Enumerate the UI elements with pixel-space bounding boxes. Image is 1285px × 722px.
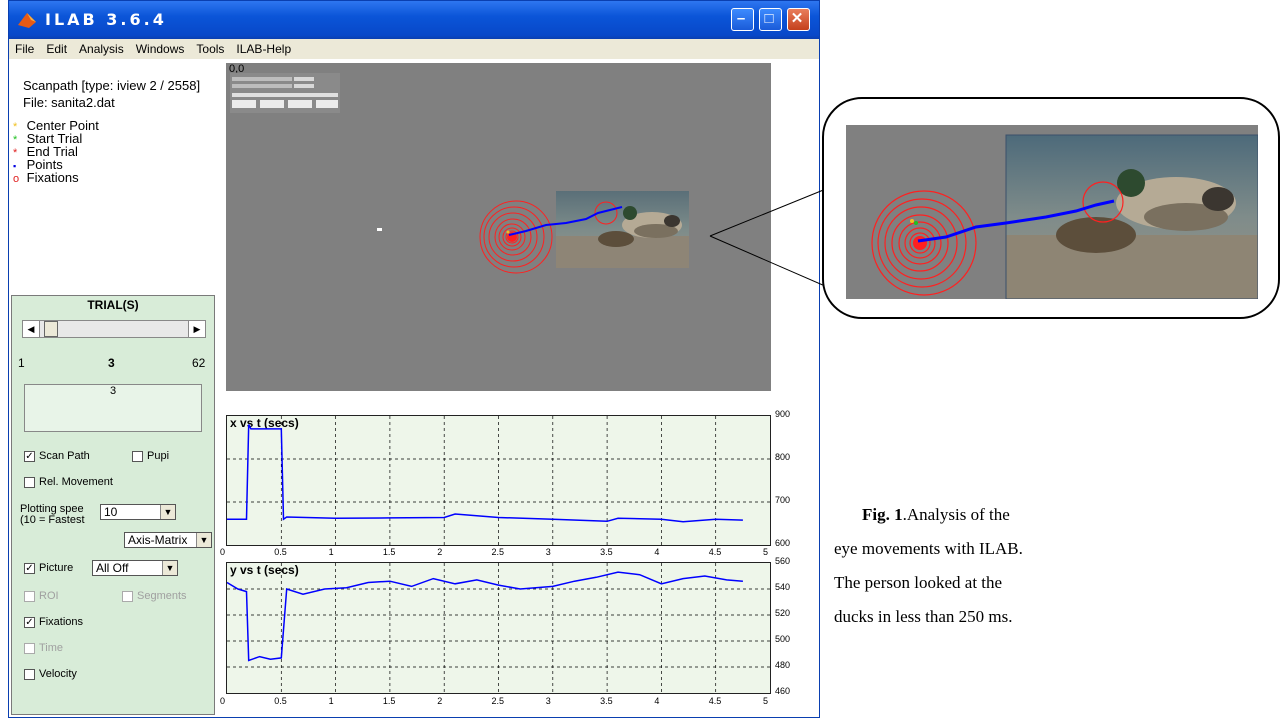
figure-label: Fig. 1 bbox=[862, 505, 903, 524]
zoomed-scanpath-image bbox=[846, 125, 1258, 299]
zoom-inset bbox=[822, 97, 1280, 319]
figure-caption: Fig. 1.Analysis of the eye movements wit… bbox=[834, 498, 1034, 634]
